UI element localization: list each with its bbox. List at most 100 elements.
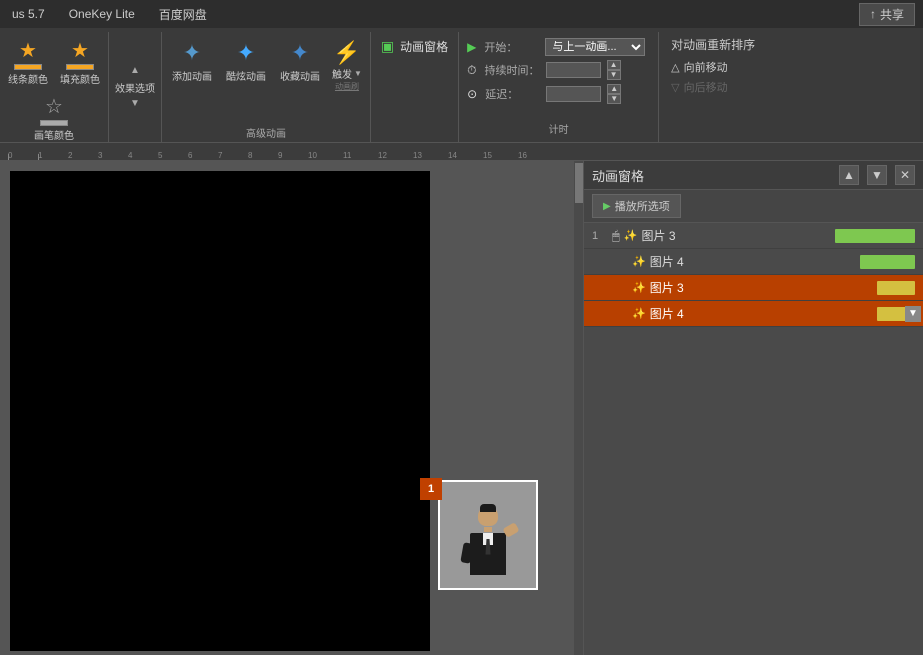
duration-spinner: ▲ ▼ — [607, 60, 621, 80]
clock-icon: ⏱ — [467, 63, 476, 78]
canvas-area: 1 — [0, 161, 583, 655]
share-button[interactable]: ↑ 共享 — [859, 3, 915, 26]
add-anim-icon: ✦ — [183, 40, 201, 66]
effects-scroll-section: ▲ 效果选项 ▼ — [109, 32, 162, 142]
item-0-mouse-icon: 🖱 — [612, 228, 620, 244]
item-1-star-icon: ✨ — [632, 255, 646, 268]
play-all-button[interactable]: ▶ 播放所选项 — [592, 194, 681, 218]
menu-app-name[interactable]: us 5.7 — [8, 5, 49, 23]
pane-close-btn[interactable]: ✕ — [895, 165, 915, 185]
animation-tools-row: ✦ 添加动画 ✦ 酷炫动画 ✦ 收藏动画 ⚡ 触发 ▼ 动画刷 — [166, 36, 366, 96]
delay-down-btn[interactable]: ▼ — [607, 94, 621, 104]
slide-canvas[interactable] — [10, 171, 430, 651]
delay-input[interactable]: 00.00 — [546, 86, 601, 102]
ruler: 0 1 2 3 4 5 6 7 8 9 10 11 12 13 14 15 16 — [0, 143, 923, 161]
start-label: 开始： — [484, 39, 539, 55]
pane-header: 动画窗格 ▲ ▼ ✕ — [584, 161, 923, 190]
delay-icon: ⊙ — [467, 87, 477, 101]
duration-input[interactable]: 02.00 — [546, 62, 601, 78]
add-animation-tool[interactable]: ✦ 添加动画 — [166, 36, 218, 87]
anim-pane-section: ▣ 动画窗格 — [371, 32, 459, 142]
collect-anim-icon: ✦ — [291, 40, 309, 66]
slide-badge: 1 — [420, 478, 442, 500]
line-color-label: 线条颜色 — [8, 71, 48, 86]
item-1-bars — [860, 255, 915, 269]
main-area: 1 — [0, 161, 923, 655]
scroll-down-arrow[interactable]: ▼ — [128, 97, 142, 111]
item-1-name: 图片 4 — [650, 253, 856, 270]
pane-up-btn[interactable]: ▲ — [839, 165, 859, 185]
anim-item-0[interactable]: 1 🖱 ✨ 图片 3 — [584, 223, 923, 249]
cool-animation-tool[interactable]: ✦ 酷炫动画 — [220, 36, 272, 87]
item-2-bar — [877, 281, 915, 295]
item-0-bars — [835, 229, 915, 243]
item-0-bar — [835, 229, 915, 243]
person-image[interactable] — [438, 480, 538, 590]
delay-up-btn[interactable]: ▲ — [607, 84, 621, 94]
ruler-mark-13: 13 — [413, 151, 448, 160]
pane-down-btn[interactable]: ▼ — [867, 165, 887, 185]
ruler-mark-12: 12 — [378, 151, 413, 160]
animation-tools-section: ✦ 添加动画 ✦ 酷炫动画 ✦ 收藏动画 ⚡ 触发 ▼ 动画刷 高级动画 — [162, 32, 371, 142]
timeline-area: 1 🖱 ✨ 图片 3 ✨ 图片 4 — [584, 223, 923, 655]
ruler-mark-15: 15 — [483, 151, 518, 160]
duration-label: 持续时间： — [485, 62, 540, 78]
trigger-label-row: 触发 ▼ — [332, 66, 362, 81]
ruler-mark-9: 9 — [278, 151, 308, 160]
arm-right — [502, 522, 519, 538]
animation-sub-label: 动画刷 — [335, 81, 359, 92]
color-tools-section: ★ 线条颜色 ★ 填充颜色 ☆ 画笔颜色 — [0, 32, 109, 142]
item-3-star-icon: ✨ — [632, 307, 646, 320]
ruler-mark-3: 3 — [98, 151, 128, 160]
collect-animation-tool[interactable]: ✦ 收藏动画 — [274, 36, 326, 87]
item-3-name: 图片 4 — [650, 305, 873, 322]
anim-item-3[interactable]: ✨ 图片 4 ▼ — [584, 301, 923, 327]
ruler-mark-5: 5 — [158, 151, 188, 160]
start-play-icon: ▶ — [467, 40, 476, 54]
scroll-up-arrow[interactable]: ▲ — [128, 64, 142, 78]
anim-pane-row: ▣ 动画窗格 — [381, 38, 448, 55]
body — [470, 533, 506, 575]
trigger-icon: ⚡ — [333, 40, 360, 66]
fill-color-label: 填充颜色 — [60, 71, 100, 86]
ruler-mark-4: 4 — [128, 151, 158, 160]
scrollbar-thumb[interactable] — [575, 163, 583, 203]
line-color-tool[interactable]: ★ 线条颜色 — [4, 36, 52, 88]
anim-pane-label[interactable]: 动画窗格 — [400, 38, 448, 55]
star-icon-line: ★ — [19, 38, 37, 63]
timing-section-label: 计时 — [467, 119, 650, 138]
start-select[interactable]: 与上一动画... — [545, 38, 645, 56]
brush-color-swatch — [40, 120, 68, 126]
trigger-tool[interactable]: ⚡ 触发 ▼ 动画刷 — [328, 36, 366, 96]
item-0-name: 图片 3 — [642, 227, 831, 244]
fill-color-tool[interactable]: ★ 填充颜色 — [56, 36, 104, 88]
duration-down-btn[interactable]: ▼ — [607, 70, 621, 80]
play-all-label: 播放所选项 — [615, 198, 670, 214]
ruler-mark-16: 16 — [518, 151, 553, 160]
animation-pane: 动画窗格 ▲ ▼ ✕ ▶ 播放所选项 1 🖱 ✨ 图片 3 — [583, 161, 923, 655]
share-icon: ↑ — [870, 7, 876, 21]
duration-up-btn[interactable]: ▲ — [607, 60, 621, 70]
vertical-scrollbar[interactable] — [573, 161, 583, 655]
ruler-mark-7: 7 — [218, 151, 248, 160]
reorder-backward-btn[interactable]: ▽ 向后移动 — [671, 77, 755, 97]
reorder-forward-btn[interactable]: △ 向前移动 — [671, 57, 755, 77]
neck — [484, 527, 492, 532]
item-2-star-icon: ✨ — [632, 281, 646, 294]
menu-baidu[interactable]: 百度网盘 — [155, 4, 211, 25]
ruler-mark-2: 2 — [68, 151, 98, 160]
delay-row: ⊙ 延迟： 00.00 ▲ ▼ — [467, 82, 650, 106]
menu-onekey[interactable]: OneKey Lite — [65, 5, 139, 23]
effects-option-label[interactable]: 效果选项 — [111, 78, 159, 97]
ruler-mark-6: 6 — [188, 151, 218, 160]
reorder-forward-icon: △ — [671, 61, 679, 74]
item-1-bar — [860, 255, 915, 269]
anim-item-1[interactable]: ✨ 图片 4 — [584, 249, 923, 275]
timing-section: ▶ 开始： 与上一动画... ⏱ 持续时间： 02.00 ▲ ▼ ⊙ 延迟： 0… — [459, 32, 659, 142]
trigger-label: 触发 — [332, 66, 352, 81]
ruler-mark-0: 0 — [8, 151, 38, 160]
brush-color-tool[interactable]: ☆ 画笔颜色 — [30, 92, 78, 144]
ruler-mark-14: 14 — [448, 151, 483, 160]
anim-item-2[interactable]: ✨ 图片 3 — [584, 275, 923, 301]
item-3-dropdown-icon[interactable]: ▼ — [905, 306, 921, 322]
